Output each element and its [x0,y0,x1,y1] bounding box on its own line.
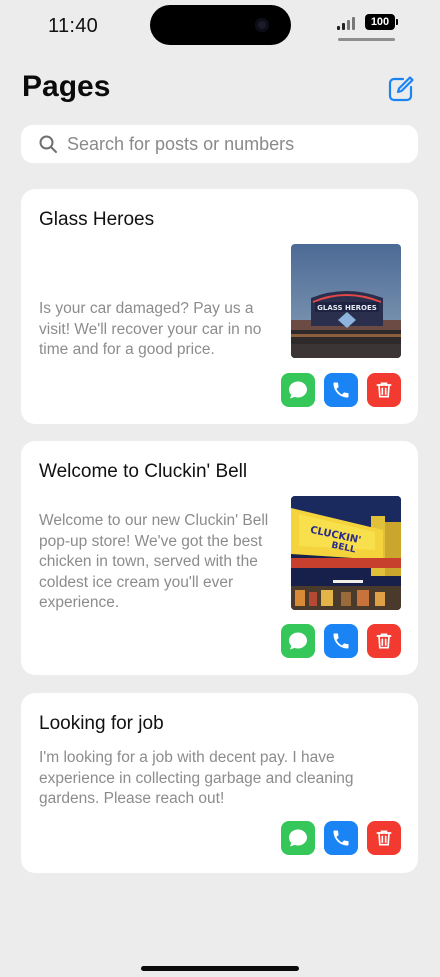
dynamic-island [150,5,291,45]
delete-button[interactable] [367,624,401,658]
post-actions [281,821,401,855]
post-description: I'm looking for a job with decent pay. I… [39,749,354,807]
trash-icon [376,382,392,398]
search-bar[interactable] [21,125,418,163]
post-image[interactable]: CLUCKIN' BELL [291,496,401,610]
post-card[interactable]: Looking for job I'm looking for a job wi… [21,693,418,873]
message-icon [289,829,307,847]
page-title: Pages [22,70,111,103]
post-description: Is your car damaged? Pay us a visit! We'… [39,300,262,358]
camera-icon [255,18,269,32]
svg-text:GLASS HEROES: GLASS HEROES [317,304,377,312]
post-card[interactable]: Glass Heroes Is your car damaged? Pay us… [21,189,418,424]
delete-button[interactable] [367,821,401,855]
call-button[interactable] [324,373,358,407]
call-button[interactable] [324,624,358,658]
compose-icon [388,76,414,102]
post-description: Welcome to our new Cluckin' Bell pop-up … [39,512,269,611]
post-actions [281,373,401,407]
post-image[interactable]: GLASS HEROES [291,244,401,358]
message-button[interactable] [281,624,315,658]
post-actions [281,624,401,658]
signal-icon [337,16,355,30]
status-indicator-bar [338,38,395,41]
battery-icon: 100 [365,14,398,30]
home-indicator[interactable] [141,966,299,971]
post-title: Glass Heroes [39,209,155,230]
compose-button[interactable] [386,74,416,104]
message-button[interactable] [281,373,315,407]
message-icon [289,632,307,650]
status-time: 11:40 [48,15,99,37]
phone-icon [333,382,349,398]
call-button[interactable] [324,821,358,855]
post-card[interactable]: Welcome to Cluckin' Bell Welcome to our … [21,441,418,675]
phone-icon [333,830,349,846]
message-icon [289,381,307,399]
phone-icon [333,633,349,649]
trash-icon [376,633,392,649]
message-button[interactable] [281,821,315,855]
status-bar: 11:40 100 [0,0,440,56]
delete-button[interactable] [367,373,401,407]
trash-icon [376,830,392,846]
search-input[interactable] [67,133,387,155]
search-icon [39,135,57,153]
post-title: Looking for job [39,713,164,734]
post-title: Welcome to Cluckin' Bell [39,461,248,482]
